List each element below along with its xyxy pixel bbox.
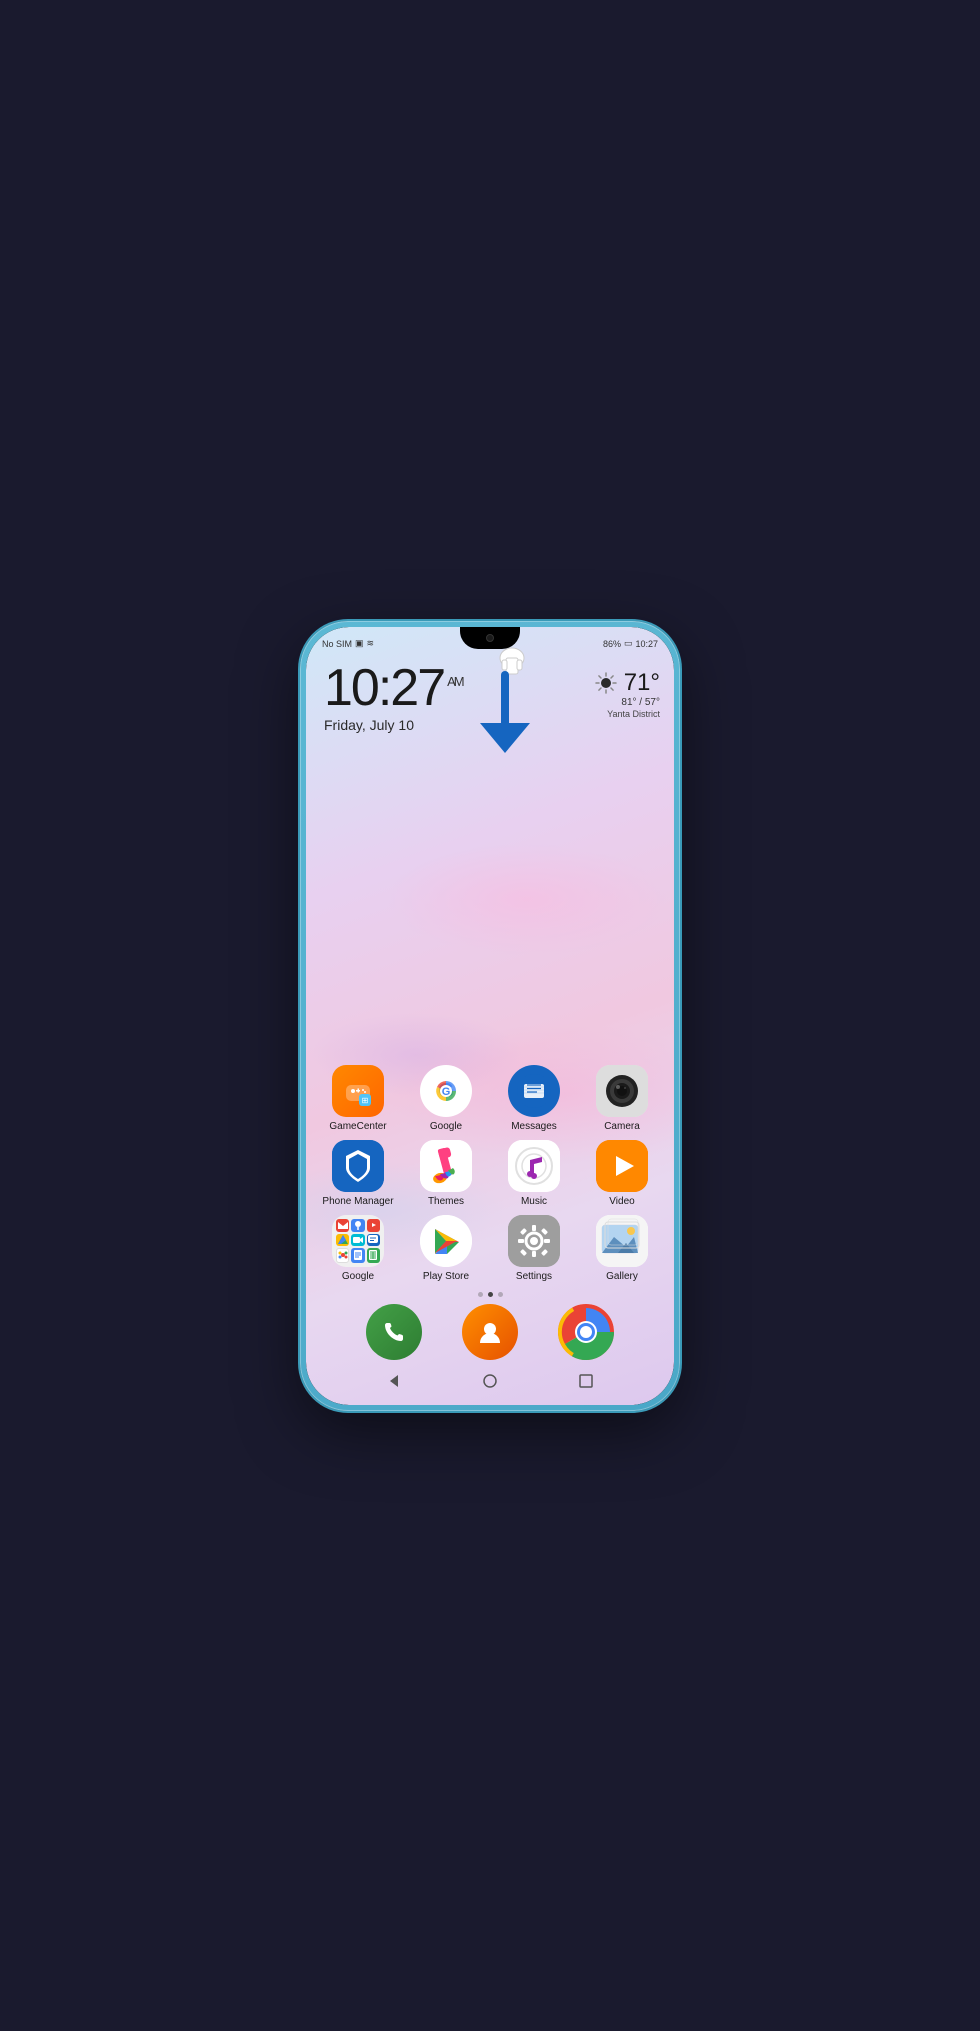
gallery-label: Gallery (606, 1271, 638, 1282)
app-themes[interactable]: Themes (407, 1140, 485, 1207)
app-googlefolder[interactable]: Google (319, 1215, 397, 1282)
app-gallery[interactable]: Gallery (583, 1215, 661, 1282)
dock (306, 1304, 674, 1360)
gmail-mini (336, 1219, 349, 1232)
clock-date: Friday, July 10 (324, 717, 463, 733)
weather-high: 81° (621, 697, 636, 708)
nav-bar (306, 1365, 674, 1397)
weather-icon (594, 671, 618, 695)
googlefolder-label: Google (342, 1271, 374, 1282)
folder-grid (332, 1215, 384, 1267)
phonemanager-label: Phone Manager (322, 1196, 393, 1207)
app-music[interactable]: Music (495, 1140, 573, 1207)
gallery-icon (596, 1215, 648, 1267)
photos-mini (336, 1248, 349, 1263)
docs-mini (351, 1248, 364, 1263)
gamecenter-label: GameCenter (329, 1121, 386, 1132)
settings-label: Settings (516, 1271, 552, 1282)
weather-widget: 71° 81° / 57° Yanta District (594, 669, 660, 719)
google-label: Google (430, 1121, 462, 1132)
dock-phone[interactable] (366, 1304, 422, 1360)
app-grid: ⊞ GameCenter G (306, 1065, 674, 1290)
svg-text:G: G (442, 1086, 451, 1098)
google-icon: G G (420, 1065, 472, 1117)
music-icon (508, 1140, 560, 1192)
page-dots (306, 1292, 674, 1297)
messages-icon (508, 1065, 560, 1117)
nav-back[interactable] (382, 1369, 406, 1393)
phone-device: No SIM ▣ ≋ 86% ▭ 10:27 (300, 621, 680, 1411)
arrow-annotation (470, 645, 540, 755)
music-label: Music (521, 1196, 547, 1207)
battery-percent: 86% (603, 639, 621, 649)
googlefolder-icon (332, 1215, 384, 1267)
sheets-mini (367, 1248, 380, 1263)
app-google[interactable]: G G Google (407, 1065, 485, 1132)
dock-chrome[interactable] (558, 1304, 614, 1360)
themes-label: Themes (428, 1196, 464, 1207)
app-row-2: Phone Manager (314, 1140, 666, 1207)
weather-low: 57° (645, 697, 660, 708)
app-phonemanager[interactable]: Phone Manager (319, 1140, 397, 1207)
notch (460, 627, 520, 649)
clock-widget: 10:27AM Friday, July 10 (324, 662, 463, 733)
drive-mini (336, 1234, 349, 1246)
sim-status: No SIM (322, 639, 352, 649)
app-camera[interactable]: Camera (583, 1065, 661, 1132)
screen: No SIM ▣ ≋ 86% ▭ 10:27 (306, 627, 674, 1405)
meet-mini (351, 1234, 364, 1246)
clock-ampm: AM (447, 674, 463, 689)
gamecenter-icon: ⊞ (332, 1065, 384, 1117)
playstore-label: Play Store (423, 1271, 469, 1282)
dot-2 (488, 1292, 493, 1297)
svg-text:⊞: ⊞ (362, 1096, 369, 1105)
messages-mini (367, 1234, 380, 1246)
clock-status: 10:27 (635, 639, 658, 649)
app-row-3: Google (314, 1215, 666, 1282)
playstore-icon (420, 1215, 472, 1267)
dot-3 (498, 1292, 503, 1297)
settings-icon (508, 1215, 560, 1267)
messages-label: Messages (511, 1121, 557, 1132)
maps-mini (351, 1219, 364, 1232)
weather-location: Yanta District (594, 709, 660, 719)
dock-contacts[interactable] (462, 1304, 518, 1360)
nav-recent[interactable] (574, 1369, 598, 1393)
battery-icon: ▭ (624, 638, 633, 649)
weather-temp: 71° (624, 669, 660, 697)
app-settings[interactable]: Settings (495, 1215, 573, 1282)
app-gamecenter[interactable]: ⊞ GameCenter (319, 1065, 397, 1132)
sim-icon: ▣ (355, 638, 364, 649)
app-video[interactable]: Video (583, 1140, 661, 1207)
youtube-mini (367, 1219, 380, 1232)
app-messages[interactable]: Messages (495, 1065, 573, 1132)
clock-time: 10:27 (324, 659, 444, 717)
app-playstore[interactable]: Play Store (407, 1215, 485, 1282)
nav-home[interactable] (478, 1369, 502, 1393)
themes-icon (420, 1140, 472, 1192)
phonemanager-icon (332, 1140, 384, 1192)
camera-icon (596, 1065, 648, 1117)
wifi-icon: ≋ (367, 638, 375, 649)
app-row-1: ⊞ GameCenter G (314, 1065, 666, 1132)
video-label: Video (609, 1196, 634, 1207)
front-camera (486, 634, 494, 642)
camera-label: Camera (604, 1121, 640, 1132)
video-icon (596, 1140, 648, 1192)
dot-1 (478, 1292, 483, 1297)
